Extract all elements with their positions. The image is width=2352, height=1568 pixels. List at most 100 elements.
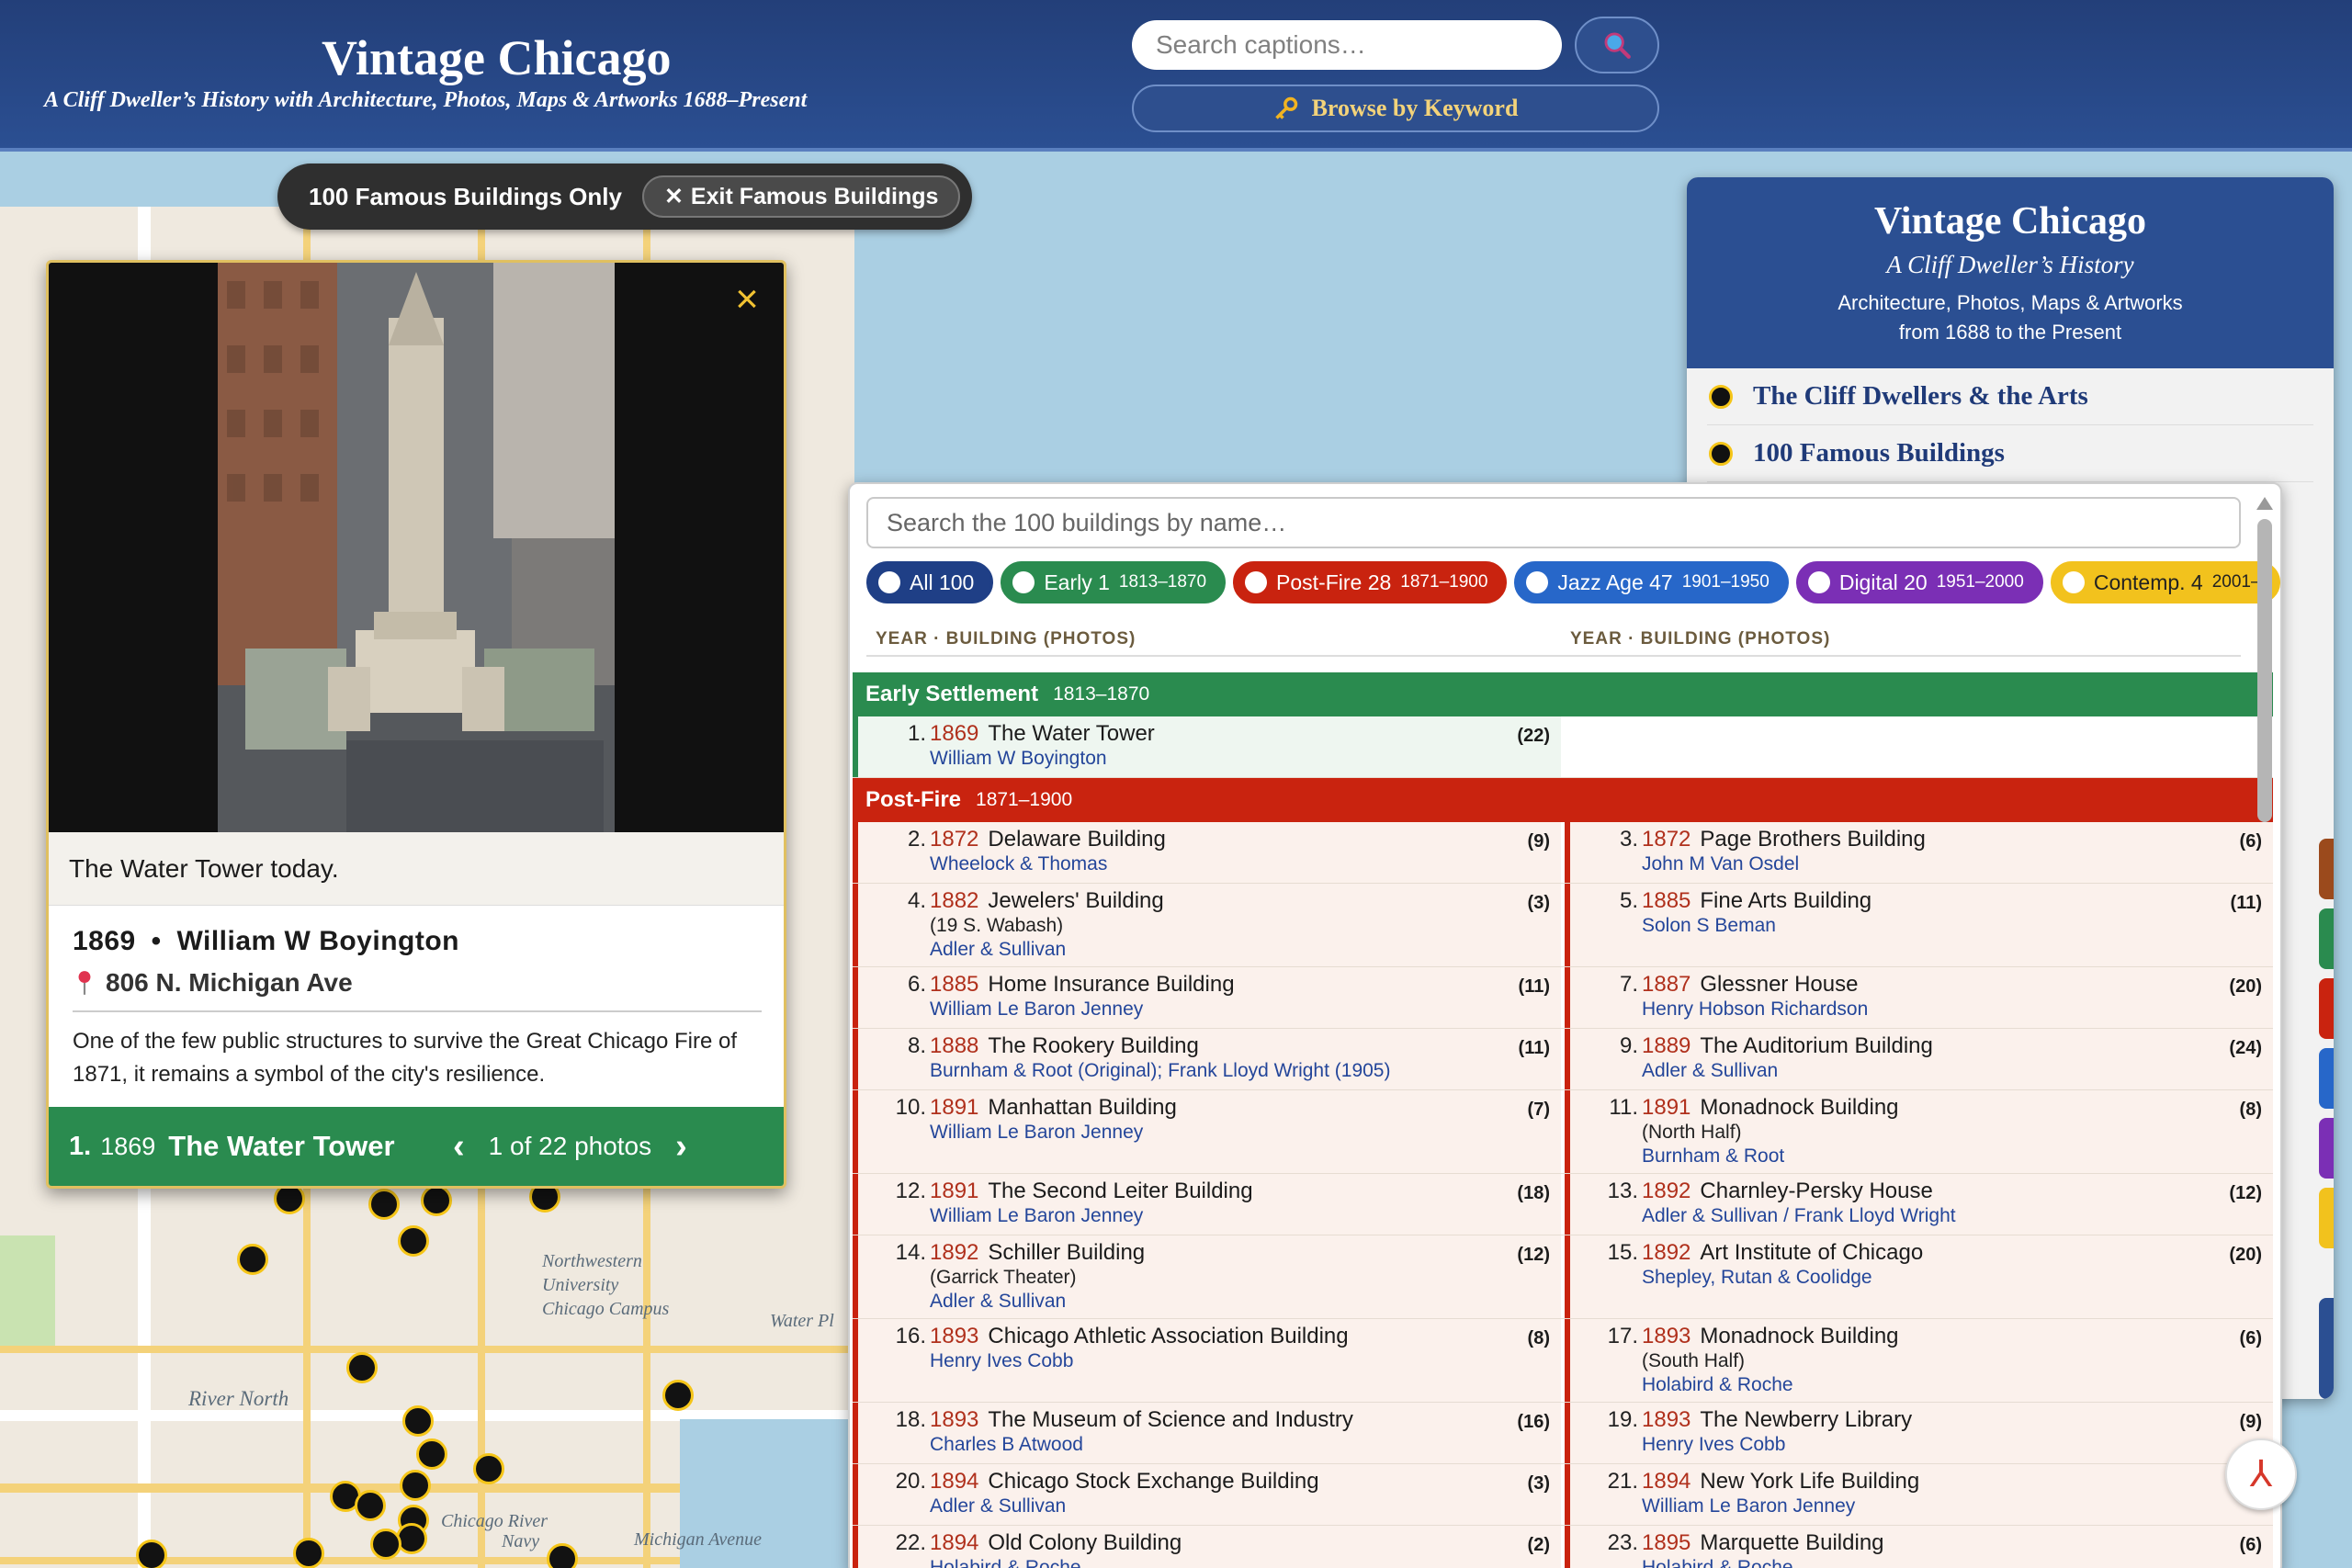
building-meta: 1869 • William W Boyington 806 N. Michig… [73,926,762,1091]
caption-search-input[interactable] [1132,20,1562,70]
chip-label: Post-Fire 28 [1276,570,1392,594]
list-scrollbar[interactable] [2256,497,2273,1568]
building-year: 1894 [1642,1469,1691,1494]
building-item[interactable]: 17. 1893 Monadnock Building (South Half) Hol… [1565,1319,2273,1402]
era-chip[interactable]: Digital 20 1951–2000 [1795,561,2043,604]
building-item[interactable]: 15. 1892 Art Institute of Chicago Shepley, … [1565,1235,2273,1318]
building-name: Schiller Building [988,1240,1146,1265]
map-marker[interactable] [400,1470,431,1501]
building-architect: Holabird & Roche [930,1557,1081,1568]
building-title-line: 1885 Fine Arts Building [1642,888,2260,914]
era-chip[interactable]: Post-Fire 28 1871–1900 [1233,561,1508,604]
era-tab-postfire[interactable] [2319,978,2334,1039]
building-item[interactable]: 11. 1891 Monadnock Building (North Half) Bur… [1565,1090,2273,1173]
building-item[interactable]: 13. 1892 Charnley-Persky House Adler & Sull… [1565,1174,2273,1235]
map-marker[interactable] [402,1405,434,1437]
map-marker[interactable] [547,1543,578,1568]
era-tab-contemp[interactable] [2319,1188,2334,1248]
building-name: Chicago Stock Exchange Building [988,1469,1319,1494]
site-title[interactable]: Vintage Chicago [322,29,671,86]
browse-keyword-button[interactable]: Browse by Keyword [1132,85,1659,132]
building-item[interactable]: 19. 1893 The Newberry Library Henry Ives Co… [1565,1403,2273,1463]
map-marker[interactable] [398,1225,429,1257]
photo-nav: ‹ 1 of 22 photos › [453,1127,687,1167]
building-note: (North Half) [1642,1122,1742,1143]
building-note: (Garrick Theater) [930,1267,1077,1288]
building-item[interactable]: 16. 1893 Chicago Athletic Association Buil… [853,1319,1561,1402]
building-title-line: 1869 The Water Tower [930,721,1548,747]
map-marker[interactable] [355,1490,386,1521]
map-marker[interactable] [473,1453,504,1484]
photo-count: (16) [1517,1412,1550,1432]
building-photo[interactable]: × [49,263,784,832]
building-item[interactable]: 9. 1889 The Auditorium Building Adler & Sul… [1565,1029,2273,1089]
building-item[interactable]: 6. 1885 Home Insurance Building William Le … [853,967,1561,1028]
building-year: 1891 [930,1179,979,1203]
chip-label: All 100 [910,570,975,594]
map-marker[interactable] [136,1540,167,1568]
building-search-input[interactable] [866,497,2241,548]
era-chip[interactable]: Contemp. 4 2001– [2050,561,2280,604]
building-name: The Rookery Building [988,1033,1199,1058]
building-item[interactable]: 4. 1882 Jewelers' Building (19 S. Wabash) Ad… [853,884,1561,966]
popup-close-button[interactable]: × [727,279,767,320]
era-chip[interactable]: All 100 [866,561,994,604]
building-item[interactable]: 2. 1872 Delaware Building Wheelock & Thomas… [853,822,1561,883]
next-photo-button[interactable]: › [675,1127,687,1167]
magnifier-icon [1604,32,1631,59]
building-name: Manhattan Building [988,1095,1177,1120]
footer-number: 1. [69,1131,92,1161]
building-item[interactable]: 14. 1892 Schiller Building (Garrick Theater… [853,1235,1561,1318]
building-item[interactable]: 20. 1894 Chicago Stock Exchange Building Ad… [853,1464,1561,1525]
exit-famous-button[interactable]: ✕ Exit Famous Buildings [641,175,961,218]
building-title-line: 1888 The Rookery Building [930,1033,1548,1059]
era-tab-jazz[interactable] [2319,1048,2334,1109]
building-year: 1894 [930,1530,979,1555]
info-description: Architecture, Photos, Maps & Artworks fr… [1687,288,2334,347]
info-link-cliff-dwellers[interactable]: The Cliff Dwellers & the Arts [1707,368,2313,425]
building-popup: × The Water Tower today. 1869 • William … [46,260,786,1189]
building-architect: Burnham & Root [1642,1145,1785,1167]
building-item[interactable]: 23. 1895 Marquette Building Holabird & Roch… [1565,1526,2273,1568]
popup-footer: 1. 1869 The Water Tower ‹ 1 of 22 photos… [49,1107,784,1186]
chip-range: 1813–1870 [1118,572,1207,592]
map-marker[interactable] [237,1244,268,1275]
caption-search-button[interactable] [1575,17,1659,73]
map-marker[interactable] [416,1438,447,1470]
building-item[interactable]: 3. 1872 Page Brothers Building John M Van O… [1565,822,2273,883]
info-link-famous-buildings[interactable]: 100 Famous Buildings [1707,425,2313,482]
scroll-up-arrow-icon[interactable] [2256,497,2273,510]
building-name: Old Colony Building [988,1530,1182,1555]
map-marker[interactable] [293,1538,324,1568]
map-marker[interactable] [346,1352,378,1383]
famous-filter-bar: 100 Famous Buildings Only ✕ Exit Famous … [277,164,972,230]
building-item[interactable]: 18. 1893 The Museum of Science and Industr… [853,1403,1561,1463]
building-year: 1885 [1642,888,1691,913]
map-marker[interactable] [370,1529,401,1560]
building-number: 22. [895,1530,926,1555]
scroll-thumb[interactable] [2257,519,2272,822]
map-marker[interactable] [421,1185,452,1216]
era-tab-early[interactable] [2319,839,2334,899]
building-item[interactable]: 8. 1888 The Rookery Building Burnham & Root… [853,1029,1561,1089]
chip-radio-icon [2062,571,2085,593]
building-number: 7. [1619,972,1638,997]
building-item[interactable]: 1. 1869 The Water Tower William W Boyington… [853,716,1561,777]
building-item[interactable]: 7. 1887 Glessner House Henry Hobson Richard… [1565,967,2273,1028]
era-chip[interactable]: Jazz Age 47 1901–1950 [1514,561,1789,604]
building-item[interactable]: 5. 1885 Fine Arts Building Solon S Beman (11… [1565,884,2273,966]
building-title-line: 1887 Glessner House [1642,972,2260,998]
era-tab-more[interactable] [2319,1298,2334,1399]
building-architect: John M Van Osdel [1642,853,1800,874]
building-item[interactable]: 10. 1891 Manhattan Building William Le Baro… [853,1090,1561,1173]
era-tab-digital[interactable] [2319,1118,2334,1179]
building-item[interactable]: 21. 1894 New York Life Building William Le … [1565,1464,2273,1525]
pdf-icon[interactable]: ⅄ [2225,1438,2297,1510]
era-tab-green[interactable] [2319,908,2334,969]
building-item[interactable]: 12. 1891 The Second Leiter Building William… [853,1174,1561,1235]
prev-photo-button[interactable]: ‹ [453,1127,465,1167]
map-marker[interactable] [368,1189,400,1220]
map-marker[interactable] [662,1380,694,1411]
era-chip[interactable]: Early 1 1813–1870 [1001,561,1227,604]
building-item[interactable]: 22. 1894 Old Colony Building Holabird & Roc… [853,1526,1561,1568]
